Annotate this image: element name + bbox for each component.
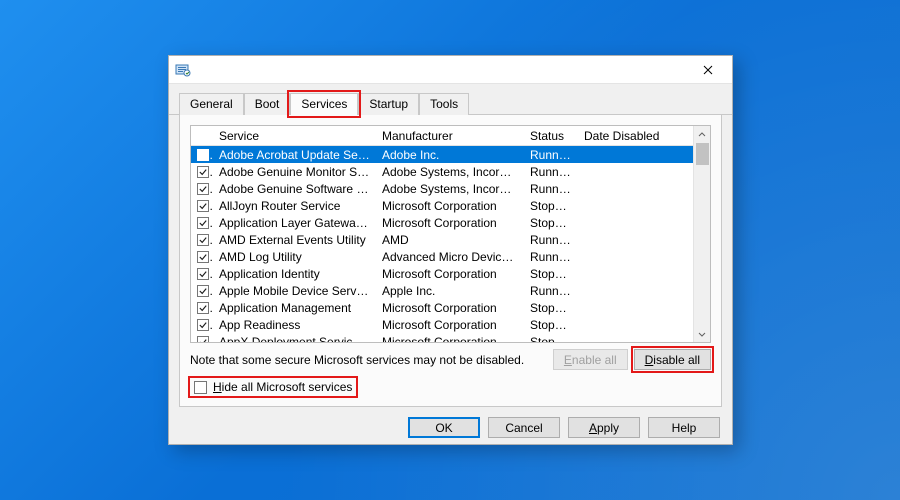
- cell-service: AMD Log Utility: [213, 250, 376, 264]
- ok-button[interactable]: OK: [408, 417, 480, 438]
- row-checkbox[interactable]: [197, 285, 209, 297]
- col-date-disabled-header[interactable]: Date Disabled: [578, 129, 693, 143]
- cell-manufacturer: Adobe Systems, Incorpora...: [376, 182, 524, 196]
- col-service-header[interactable]: Service: [213, 129, 376, 143]
- cell-manufacturer: Microsoft Corporation: [376, 318, 524, 332]
- cell-manufacturer: AMD: [376, 233, 524, 247]
- table-row[interactable]: Apple Mobile Device ServiceApple Inc.Run…: [191, 282, 693, 299]
- cell-service: App Readiness: [213, 318, 376, 332]
- column-headers: Service Manufacturer Status Date Disable…: [191, 126, 693, 146]
- row-checkbox[interactable]: [197, 166, 209, 178]
- cell-service: AppX Deployment Service (AppX...: [213, 335, 376, 343]
- hide-microsoft-services-checkbox[interactable]: [194, 381, 207, 394]
- dialog-buttons: OK Cancel Apply Help: [169, 417, 732, 448]
- cancel-button[interactable]: Cancel: [488, 417, 560, 438]
- cell-service: Application Management: [213, 301, 376, 315]
- close-button[interactable]: [686, 56, 730, 83]
- cell-status: Stopped: [524, 267, 578, 281]
- table-row[interactable]: AMD External Events UtilityAMDRunning: [191, 231, 693, 248]
- cell-service: Apple Mobile Device Service: [213, 284, 376, 298]
- tab-boot[interactable]: Boot: [244, 93, 291, 115]
- apply-button[interactable]: Apply: [568, 417, 640, 438]
- cell-manufacturer: Adobe Systems, Incorpora...: [376, 165, 524, 179]
- cell-status: Stopped: [524, 335, 578, 343]
- scrollbar[interactable]: [693, 126, 710, 342]
- cell-service: AMD External Events Utility: [213, 233, 376, 247]
- scroll-thumb[interactable]: [696, 143, 709, 165]
- cell-service: Application Identity: [213, 267, 376, 281]
- row-checkbox[interactable]: [197, 302, 209, 314]
- scroll-track[interactable]: [694, 143, 711, 325]
- table-row[interactable]: App ReadinessMicrosoft CorporationStoppe…: [191, 316, 693, 333]
- chevron-up-icon: [698, 131, 706, 139]
- cell-service: Adobe Genuine Software Integri...: [213, 182, 376, 196]
- cell-service: Application Layer Gateway Service: [213, 216, 376, 230]
- table-row[interactable]: AppX Deployment Service (AppX...Microsof…: [191, 333, 693, 342]
- cell-manufacturer: Apple Inc.: [376, 284, 524, 298]
- cell-manufacturer: Microsoft Corporation: [376, 199, 524, 213]
- cell-status: Running: [524, 233, 578, 247]
- col-manufacturer-header[interactable]: Manufacturer: [376, 129, 524, 143]
- hide-microsoft-services-label[interactable]: Hide all Microsoft services: [213, 380, 352, 394]
- cell-status: Running: [524, 250, 578, 264]
- tab-body-services: Service Manufacturer Status Date Disable…: [179, 115, 722, 407]
- cell-status: Running: [524, 165, 578, 179]
- row-checkbox[interactable]: [197, 149, 209, 161]
- table-row[interactable]: Application IdentityMicrosoft Corporatio…: [191, 265, 693, 282]
- row-checkbox[interactable]: [197, 217, 209, 229]
- cell-service: Adobe Acrobat Update Service: [213, 148, 376, 162]
- cell-manufacturer: Microsoft Corporation: [376, 216, 524, 230]
- cell-manufacturer: Advanced Micro Devices, I...: [376, 250, 524, 264]
- tabstrip: General Boot Services Startup Tools: [169, 84, 732, 115]
- cell-status: Running: [524, 182, 578, 196]
- services-list: Service Manufacturer Status Date Disable…: [190, 125, 711, 343]
- cell-service: AllJoyn Router Service: [213, 199, 376, 213]
- table-row[interactable]: Adobe Genuine Software Integri...Adobe S…: [191, 180, 693, 197]
- titlebar: [169, 56, 732, 84]
- table-row[interactable]: Adobe Genuine Monitor ServiceAdobe Syste…: [191, 163, 693, 180]
- row-checkbox[interactable]: [197, 234, 209, 246]
- cell-manufacturer: Adobe Inc.: [376, 148, 524, 162]
- row-checkbox[interactable]: [197, 251, 209, 263]
- scroll-up-button[interactable]: [694, 126, 711, 143]
- help-button[interactable]: Help: [648, 417, 720, 438]
- row-checkbox[interactable]: [197, 336, 209, 343]
- cell-manufacturer: Microsoft Corporation: [376, 301, 524, 315]
- tab-tools[interactable]: Tools: [419, 93, 469, 115]
- note-text: Note that some secure Microsoft services…: [190, 353, 524, 367]
- row-checkbox[interactable]: [197, 200, 209, 212]
- cell-status: Running: [524, 148, 578, 162]
- cell-status: Stopped: [524, 199, 578, 213]
- table-row[interactable]: Application Layer Gateway ServiceMicroso…: [191, 214, 693, 231]
- msconfig-window: General Boot Services Startup Tools Serv…: [168, 55, 733, 445]
- cell-manufacturer: Microsoft Corporation: [376, 335, 524, 343]
- cell-status: Running: [524, 284, 578, 298]
- row-checkbox[interactable]: [197, 268, 209, 280]
- table-row[interactable]: Application ManagementMicrosoft Corporat…: [191, 299, 693, 316]
- cell-status: Stopped: [524, 216, 578, 230]
- scroll-down-button[interactable]: [694, 325, 711, 342]
- tab-services[interactable]: Services: [290, 93, 358, 115]
- enable-all-button[interactable]: Enable all: [553, 349, 628, 370]
- cell-manufacturer: Microsoft Corporation: [376, 267, 524, 281]
- close-icon: [703, 65, 713, 75]
- tab-general[interactable]: General: [179, 93, 244, 115]
- disable-all-button[interactable]: Disable all: [634, 349, 711, 370]
- row-checkbox[interactable]: [197, 183, 209, 195]
- row-checkbox[interactable]: [197, 319, 209, 331]
- table-row[interactable]: Adobe Acrobat Update ServiceAdobe Inc.Ru…: [191, 146, 693, 163]
- chevron-down-icon: [698, 330, 706, 338]
- msconfig-icon: [175, 62, 191, 78]
- cell-status: Stopped: [524, 318, 578, 332]
- col-status-header[interactable]: Status: [524, 129, 578, 143]
- cell-status: Stopped: [524, 301, 578, 315]
- tab-startup[interactable]: Startup: [358, 93, 419, 115]
- hide-microsoft-services-group: Hide all Microsoft services: [190, 378, 356, 396]
- table-row[interactable]: AllJoyn Router ServiceMicrosoft Corporat…: [191, 197, 693, 214]
- table-row[interactable]: AMD Log UtilityAdvanced Micro Devices, I…: [191, 248, 693, 265]
- cell-service: Adobe Genuine Monitor Service: [213, 165, 376, 179]
